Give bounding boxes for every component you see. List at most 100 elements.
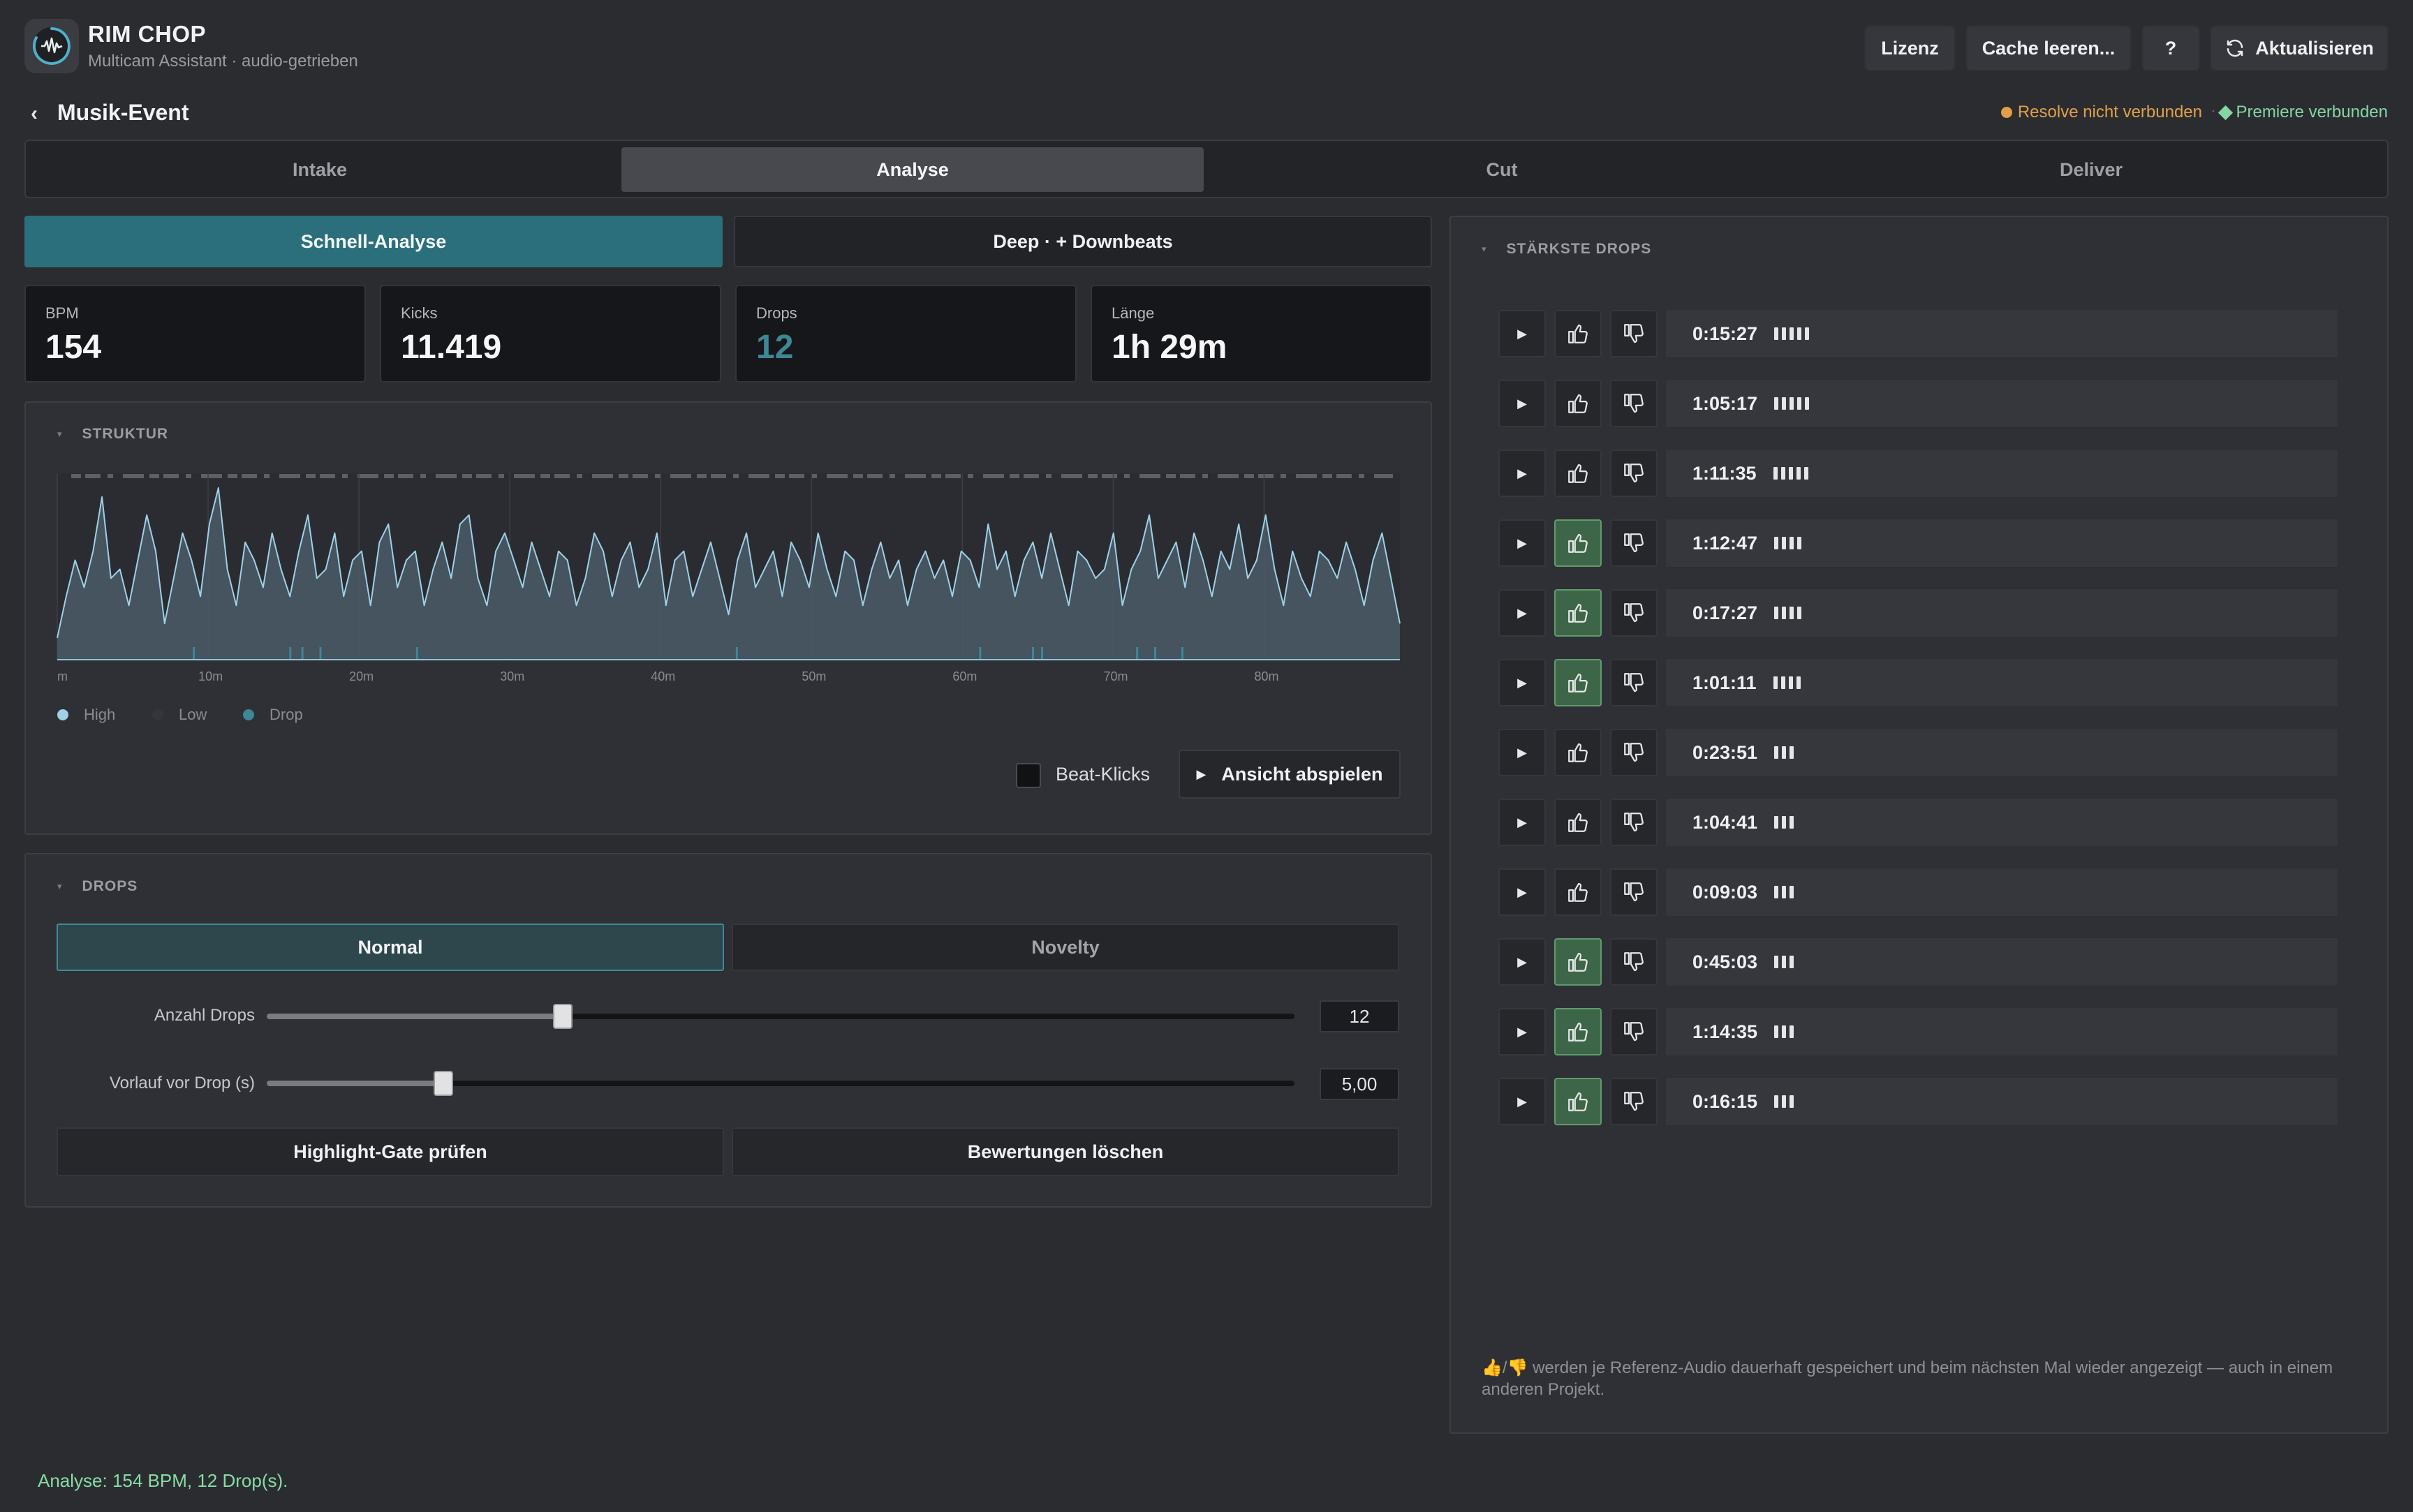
thumbs-up-button[interactable] — [1554, 868, 1602, 916]
drop-info[interactable]: 1:12:47 — [1665, 518, 2339, 568]
strength-bar — [1796, 467, 1801, 480]
collapse-caret-icon: ▾ — [1482, 244, 1487, 254]
drop-play-button[interactable]: ▶ — [1498, 310, 1546, 357]
drop-info[interactable]: 0:15:27 — [1665, 309, 2339, 359]
strength-bar — [1774, 886, 1779, 898]
back-chevron-icon[interactable]: ‹ — [31, 102, 38, 126]
strength-bar — [1782, 397, 1787, 410]
thumbs-up-button[interactable] — [1554, 659, 1602, 706]
thumbs-down-button[interactable] — [1610, 1008, 1658, 1055]
structure-chart[interactable]: m 10m 20m 30m 40m 50m 60m 70m 80m — [56, 468, 1403, 691]
thumbs-up-button[interactable] — [1554, 310, 1602, 357]
strength-bar — [1790, 1025, 1794, 1038]
drop-info[interactable]: 1:11:35 — [1665, 448, 2339, 498]
drops-panel-header[interactable]: ▾ DROPS — [57, 878, 138, 895]
x-tick-label: 80m — [1255, 669, 1279, 683]
tab-deliver[interactable]: Deliver — [1800, 147, 2382, 192]
strength-bar — [1790, 1095, 1794, 1108]
drop-play-button[interactable]: ▶ — [1498, 868, 1546, 916]
thumbs-down-icon — [1624, 1092, 1644, 1111]
strength-bar — [1805, 327, 1810, 340]
drop-info[interactable]: 1:01:11 — [1665, 658, 2339, 708]
drop-play-button[interactable]: ▶ — [1498, 380, 1546, 427]
play-icon: ▶ — [1517, 745, 1527, 759]
thumbs-down-button[interactable] — [1610, 799, 1658, 846]
thumbs-up-button[interactable] — [1554, 938, 1602, 986]
strength-bar — [1790, 816, 1794, 829]
deep-analysis-button[interactable]: Deep · + Downbeats — [734, 216, 1432, 267]
drop-strength-bars — [1774, 956, 1794, 968]
quick-analysis-button[interactable]: Schnell-Analyse — [24, 216, 723, 267]
drop-strength-bars — [1774, 816, 1794, 829]
drop-count-field[interactable]: 12 — [1320, 1000, 1399, 1032]
thumbs-up-button[interactable] — [1554, 450, 1602, 497]
tab-cut[interactable]: Cut — [1211, 147, 1793, 192]
clear-ratings-button[interactable]: Bewertungen löschen — [732, 1127, 1399, 1176]
thumbs-down-button[interactable] — [1610, 380, 1658, 427]
structure-panel-header[interactable]: ▾ STRUKTUR — [57, 426, 168, 443]
thumbs-up-button[interactable] — [1554, 589, 1602, 637]
thumbs-up-button[interactable] — [1554, 799, 1602, 846]
top-drops-header[interactable]: ▾ STÄRKSTE DROPS — [1482, 241, 1651, 258]
thumbs-down-button[interactable] — [1610, 589, 1658, 637]
drop-play-button[interactable]: ▶ — [1498, 589, 1546, 637]
drop-info[interactable]: 0:09:03 — [1665, 867, 2339, 917]
strength-bar — [1796, 676, 1801, 689]
thumbs-down-button[interactable] — [1610, 868, 1658, 916]
thumbs-up-button[interactable] — [1554, 729, 1602, 776]
drop-info[interactable]: 0:45:03 — [1665, 937, 2339, 987]
slider-thumb[interactable] — [553, 1004, 573, 1029]
tab-intake[interactable]: Intake — [32, 147, 607, 192]
drop-info[interactable]: 1:05:17 — [1665, 378, 2339, 429]
refresh-button[interactable]: Aktualisieren — [2210, 25, 2389, 71]
thumbs-down-button[interactable] — [1610, 310, 1658, 357]
tab-analyse[interactable]: Analyse — [621, 147, 1204, 192]
thumbs-down-button[interactable] — [1610, 659, 1658, 706]
drop-play-button[interactable]: ▶ — [1498, 659, 1546, 706]
drop-info[interactable]: 1:14:35 — [1665, 1007, 2339, 1057]
thumbs-up-button[interactable] — [1554, 519, 1602, 567]
thumbs-up-button[interactable] — [1554, 380, 1602, 427]
tab-cut-label: Cut — [1486, 158, 1518, 180]
clear-cache-button[interactable]: Cache leeren... — [1965, 25, 2132, 71]
thumbs-down-button[interactable] — [1610, 519, 1658, 567]
strength-bar — [1774, 537, 1779, 549]
check-highlight-gate-button[interactable]: Highlight-Gate prüfen — [57, 1127, 724, 1176]
help-button[interactable]: ? — [2141, 25, 2200, 71]
slider-thumb[interactable] — [434, 1071, 453, 1096]
pre-roll-field[interactable]: 5,00 — [1320, 1068, 1399, 1100]
beat-clicks-checkbox[interactable] — [1016, 763, 1041, 788]
drop-play-button[interactable]: ▶ — [1498, 1008, 1546, 1055]
strength-bar — [1774, 1095, 1779, 1108]
drop-play-button[interactable]: ▶ — [1498, 450, 1546, 497]
thumbs-up-button[interactable] — [1554, 1078, 1602, 1125]
project-title: Musik-Event — [57, 100, 189, 125]
thumbs-up-button[interactable] — [1554, 1008, 1602, 1055]
x-tick-label: m — [57, 669, 68, 683]
drop-play-button[interactable]: ▶ — [1498, 799, 1546, 846]
legend-drop-dot-icon — [243, 709, 254, 720]
x-tick-label: 40m — [651, 669, 675, 683]
play-view-button[interactable]: ▶ Ansicht abspielen — [1179, 750, 1401, 799]
beat-clicks-label[interactable]: Beat-Klicks — [1056, 764, 1150, 785]
license-button[interactable]: Lizenz — [1864, 25, 1956, 71]
strength-bar — [1774, 1025, 1779, 1038]
drops-mode-normal[interactable]: Normal — [57, 924, 724, 971]
drop-play-button[interactable]: ▶ — [1498, 729, 1546, 776]
drop-info[interactable]: 1:04:41 — [1665, 797, 2339, 847]
drops-mode-novelty[interactable]: Novelty — [732, 924, 1399, 971]
pre-roll-slider[interactable] — [267, 1071, 1294, 1096]
drop-play-button[interactable]: ▶ — [1498, 938, 1546, 986]
thumbs-down-button[interactable] — [1610, 1078, 1658, 1125]
drop-play-button[interactable]: ▶ — [1498, 1078, 1546, 1125]
thumbs-down-button[interactable] — [1610, 729, 1658, 776]
drop-info[interactable]: 0:17:27 — [1665, 588, 2339, 638]
drop-info[interactable]: 0:16:15 — [1665, 1076, 2339, 1127]
drop-count-slider[interactable] — [267, 1004, 1294, 1029]
drop-strength-bars — [1774, 607, 1802, 619]
drop-play-button[interactable]: ▶ — [1498, 519, 1546, 567]
thumbs-up-icon — [1568, 394, 1588, 413]
thumbs-down-button[interactable] — [1610, 450, 1658, 497]
drop-info[interactable]: 0:23:51 — [1665, 727, 2339, 778]
thumbs-down-button[interactable] — [1610, 938, 1658, 986]
